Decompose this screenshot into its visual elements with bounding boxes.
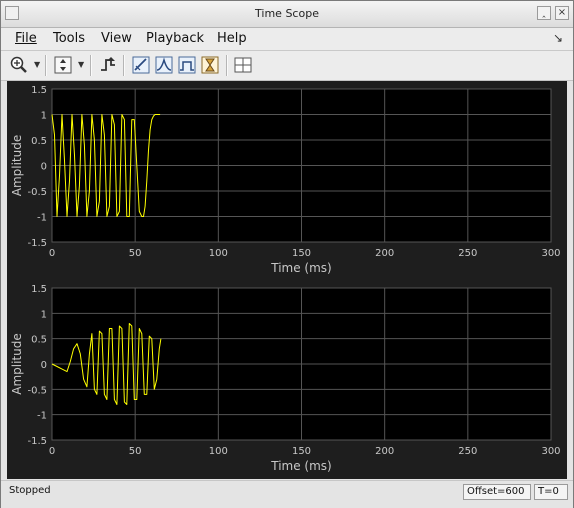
y-tick-label: -1 <box>37 213 47 224</box>
x-axis-label: Time (ms) <box>270 261 332 275</box>
x-tick-label: 250 <box>458 248 477 259</box>
trigger-icon[interactable] <box>98 55 118 75</box>
y-axis-label: Amplitude <box>10 135 24 197</box>
x-tick-label: 200 <box>375 446 394 457</box>
y-tick-label: -1.5 <box>27 436 47 447</box>
amplitude-plot-top: 0 50 100 150 200 250 300 1.5 1 0.5 0 -0.5 -1 -1.5 Tim… <box>10 85 561 275</box>
menu-help-label: Help <box>217 31 247 46</box>
scope-plots: 0 50 100 150 200 250 3001.510.50-0.5-1-1.5 Tim… <box>10 85 561 473</box>
amplitude-plot-bottom: 0 50 100 150 200 250 300 1.5 1 0.5 0 -0.5 -1 -1.5 Tim… <box>10 284 561 473</box>
dock-arrow-icon[interactable]: ↘ <box>553 31 563 45</box>
y-tick-label: 0 <box>41 162 47 173</box>
y-tick-label: 0 <box>41 360 47 371</box>
x-tick-label: 50 <box>129 446 142 457</box>
minimize-icon[interactable]: ‸ <box>537 6 551 20</box>
y-tick-label: 1 <box>41 309 47 320</box>
title-bar[interactable]: Time Scope ‸ × <box>1 1 573 28</box>
time-scope-window: Time Scope ‸ × File Tools View Playback … <box>0 0 574 508</box>
status-bar: Stopped Offset=600 T=0 <box>1 480 573 508</box>
x-tick-label: 300 <box>541 248 560 259</box>
offset-readout: Offset=600 <box>463 484 531 500</box>
scope-canvas: 0 50 100 150 200 250 300 1.5 1 0.5 0 -0.5 -1 -1.5 Tim… <box>7 81 567 479</box>
menu-playback[interactable]: Playback <box>146 31 204 46</box>
y-tick-label: -0.5 <box>27 385 47 396</box>
x-tick-label: 200 <box>375 248 394 259</box>
x-tick-label: 150 <box>292 446 311 457</box>
x-tick-label: 100 <box>209 248 228 259</box>
cursor-measurements-icon[interactable] <box>131 55 151 75</box>
close-icon[interactable]: × <box>555 6 569 20</box>
y-tick-label: -0.5 <box>27 187 47 198</box>
status-text: Stopped <box>9 485 51 496</box>
menu-playback-label: Playback <box>146 31 205 46</box>
toolbar-separator <box>226 55 228 76</box>
y-tick-label: -1.5 <box>27 238 47 249</box>
toolbar: ▼ ▼ <box>1 51 573 81</box>
zoom-dropdown-arrow-icon[interactable]: ▼ <box>34 60 40 69</box>
toolbar-separator <box>45 55 47 76</box>
menu-tools-label: Tools <box>53 31 86 46</box>
window-title: Time Scope <box>255 7 319 20</box>
y-tick-label: -1 <box>37 411 47 422</box>
x-tick-label: 150 <box>292 248 311 259</box>
layout-grid-icon[interactable] <box>233 55 253 75</box>
y-tick-label: 1.5 <box>31 284 47 295</box>
zoom-in-icon[interactable] <box>9 55 29 75</box>
peak-finder-icon[interactable] <box>154 55 174 75</box>
menu-help[interactable]: Help <box>217 31 247 46</box>
time-readout: T=0 <box>534 484 568 500</box>
signal-statistics-icon[interactable] <box>177 55 197 75</box>
y-tick-label: 0.5 <box>31 335 47 346</box>
y-tick-label: 1 <box>41 111 47 122</box>
toolbar-separator <box>123 55 125 76</box>
y-tick-label: 1.5 <box>31 85 47 96</box>
menu-view-label: View <box>101 31 132 46</box>
x-tick-label: 250 <box>458 446 477 457</box>
autoscale-dropdown-arrow-icon[interactable]: ▼ <box>78 60 84 69</box>
bilevel-measurements-icon[interactable] <box>200 55 220 75</box>
menu-view[interactable]: View <box>101 31 132 46</box>
x-tick-label: 50 <box>129 248 142 259</box>
x-tick-label: 100 <box>209 446 228 457</box>
menu-file-label: File <box>15 31 37 46</box>
x-axis-label: Time (ms) <box>270 459 332 473</box>
y-axis-label: Amplitude <box>10 333 24 395</box>
x-tick-label: 0 <box>49 248 55 259</box>
toolbar-separator <box>90 55 92 76</box>
x-tick-label: 0 <box>49 446 55 457</box>
menu-file[interactable]: File <box>15 31 37 46</box>
autoscale-icon[interactable] <box>53 55 73 75</box>
x-tick-label: 300 <box>541 446 560 457</box>
menu-tools[interactable]: Tools <box>53 31 85 46</box>
y-tick-label: 0.5 <box>31 136 47 147</box>
menu-bar: File Tools View Playback Help ↘ <box>1 28 573 51</box>
